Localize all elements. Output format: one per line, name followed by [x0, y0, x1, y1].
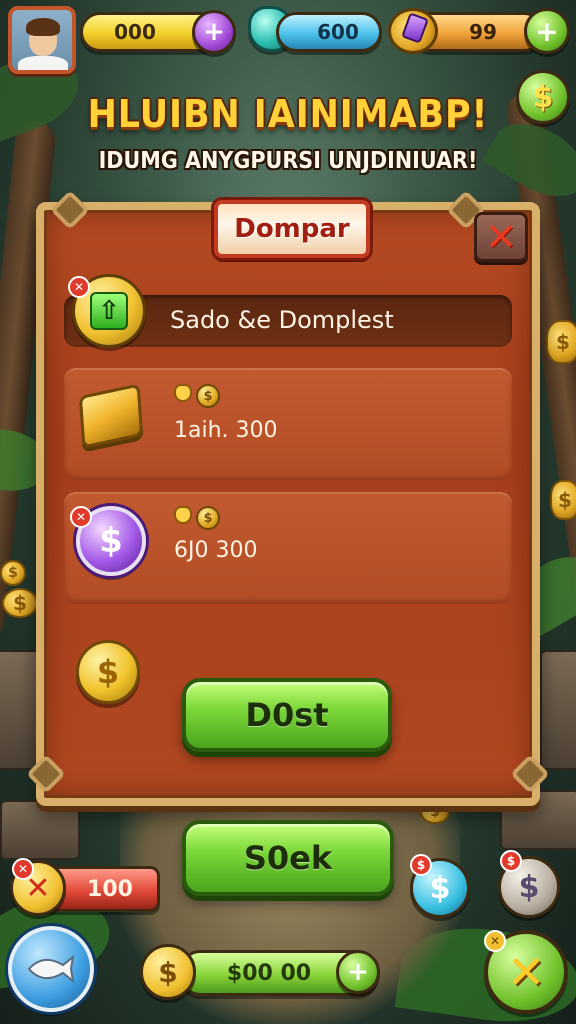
gold-counter-value: 000	[114, 20, 156, 44]
floating-coin-icon: $	[550, 480, 576, 520]
stone-block	[540, 650, 576, 770]
offer-price: 6J0 300	[174, 538, 258, 563]
add-coins-button[interactable]: +	[336, 950, 380, 994]
stone-block	[0, 650, 40, 770]
left-counter-value: 100	[87, 876, 133, 902]
avatar-hair	[26, 18, 60, 36]
notification-badge: ✕	[12, 858, 34, 880]
seek-button[interactable]: S0ek	[182, 820, 394, 896]
notification-badge: ✕	[70, 506, 92, 528]
arrow-icon: ⇧	[90, 292, 128, 330]
avatar-shirt	[18, 56, 68, 70]
offer-price: 1aih. 300	[174, 418, 278, 443]
panel-title: Dompar	[214, 200, 370, 258]
crystal-icon	[401, 12, 429, 44]
notification-badge: ✕	[484, 930, 506, 952]
game-title: HLUIBN IAINIMABP!	[87, 92, 489, 136]
notification-badge: $	[410, 854, 432, 876]
resource-counter-value: 99	[469, 20, 497, 44]
add-gold-button[interactable]: +	[192, 10, 236, 54]
top-row-label: Sado &e Domplest	[170, 306, 394, 334]
floating-coin-icon: $	[0, 560, 26, 586]
stone-block	[0, 800, 80, 860]
fish-button[interactable]	[8, 926, 94, 1012]
gem-icon	[174, 384, 192, 402]
gem-counter-value: 600	[317, 20, 359, 44]
game-subtitle: IDUMG ANYGPURSI UNJDINIUAR!	[98, 148, 478, 174]
offer-currency-icons: $	[174, 506, 220, 530]
floating-coin-icon: $	[2, 588, 38, 618]
gem-icon	[174, 506, 192, 524]
main-action-button[interactable]: D0st	[182, 678, 392, 752]
gold-coin-icon: $	[76, 640, 140, 704]
add-resource-button[interactable]: +	[524, 8, 570, 54]
player-avatar[interactable]	[8, 6, 76, 74]
offer-currency-icons: $	[174, 384, 220, 408]
coin-crystal-icon	[388, 8, 438, 54]
fish-icon	[27, 954, 75, 984]
notification-badge: $	[500, 850, 522, 872]
close-icon: ✕	[485, 215, 517, 259]
coin-icon: $	[196, 506, 220, 530]
coin-balance-value: $00 00	[226, 960, 312, 986]
floating-coin-icon: $	[546, 320, 576, 364]
gem-counter: 600	[276, 12, 382, 52]
notification-badge: ✕	[68, 276, 90, 298]
close-button[interactable]: ✕	[474, 212, 528, 262]
coin-icon: $	[196, 384, 220, 408]
coin-balance-icon: $	[140, 944, 196, 1000]
